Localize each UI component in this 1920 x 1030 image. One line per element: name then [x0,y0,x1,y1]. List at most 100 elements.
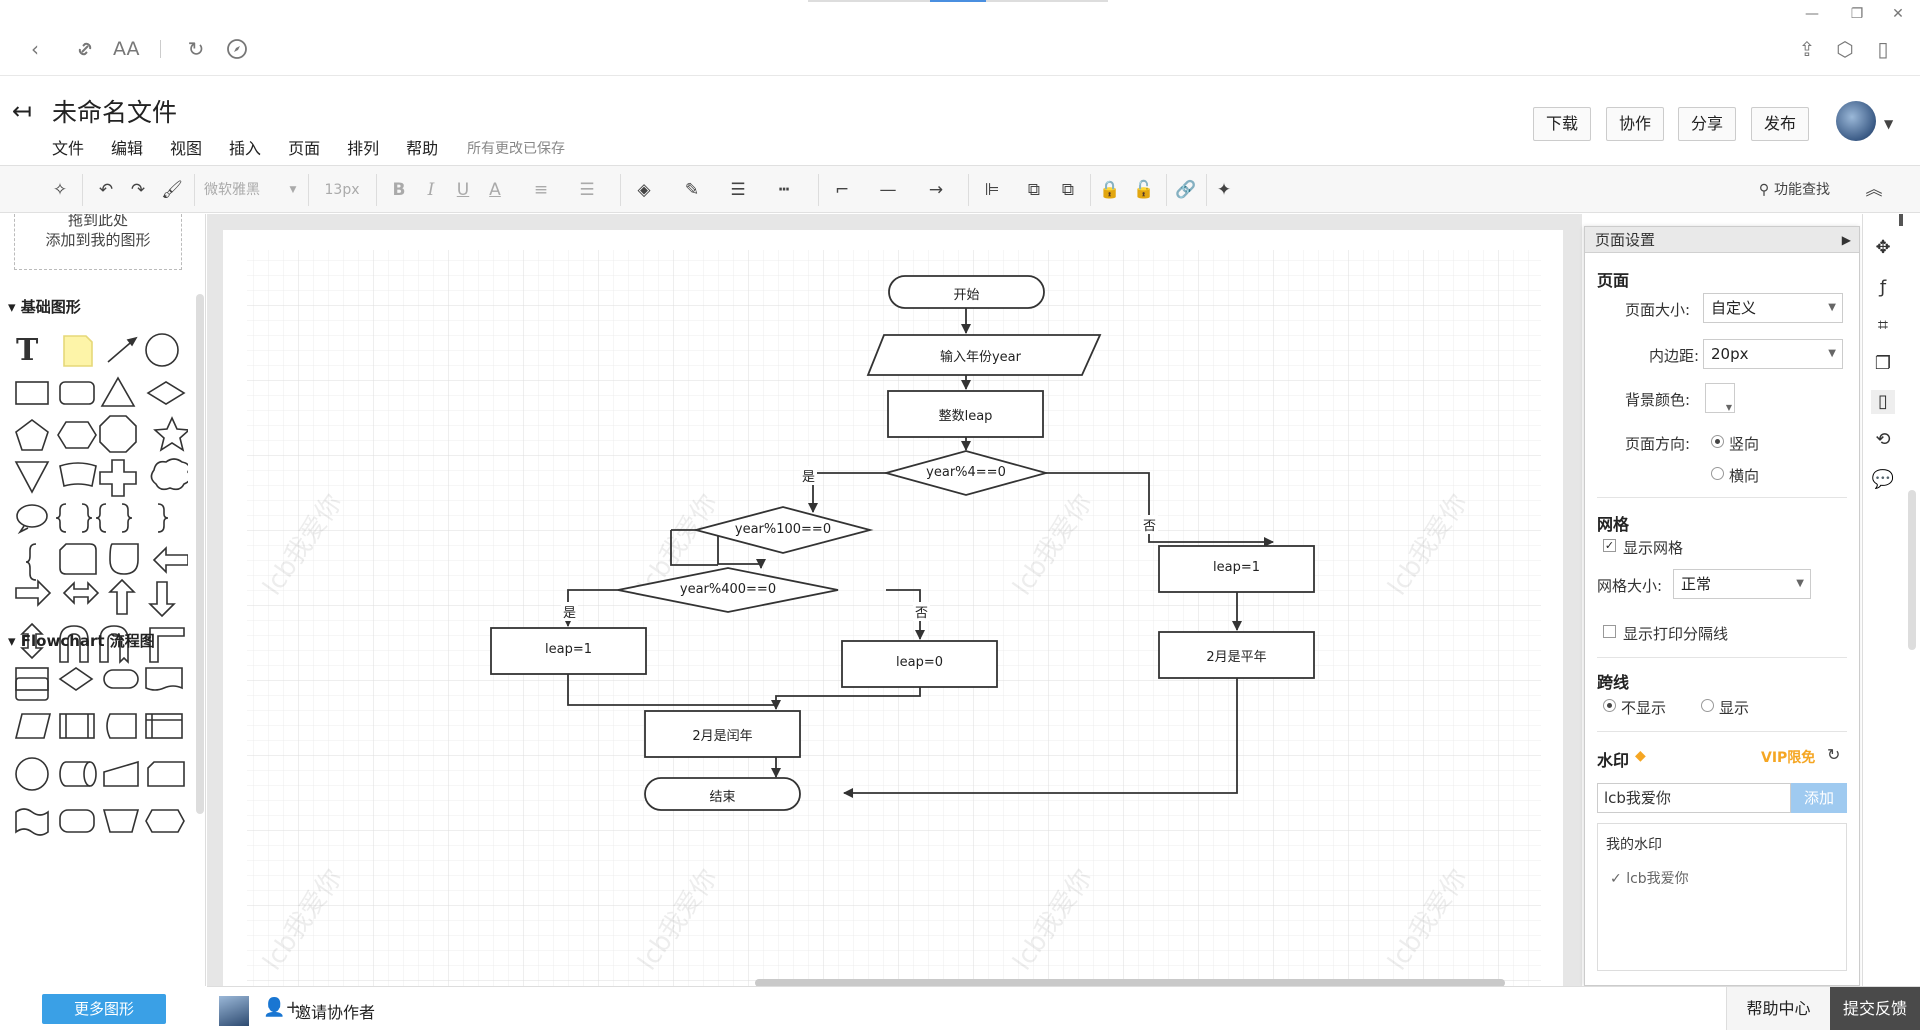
landscape-radio[interactable] [1711,467,1724,480]
italic-icon[interactable]: I [420,179,442,201]
section-basic-shapes[interactable]: ▾ 基础图形 [8,296,81,317]
fill-color-icon[interactable]: ◈ [632,179,656,201]
line-end-icon[interactable]: → [920,179,952,201]
pages-icon[interactable]: ❐ [1871,352,1895,376]
format-painter-icon[interactable]: 🖌 [160,179,184,201]
watermark-add-button[interactable]: 添加 [1791,783,1847,813]
invite-collaborator[interactable]: 邀请协作者 [295,999,375,1023]
lock-icon[interactable]: 🔒 [1098,179,1122,201]
feature-search[interactable]: 功能查找 [1774,179,1838,201]
padding-select[interactable]: 20px ▼ [1703,339,1843,369]
comment-icon[interactable]: 💬 [1871,468,1895,492]
formula-icon[interactable]: ƒ [1871,276,1895,300]
return-icon[interactable]: ↤ [12,97,32,125]
line-width-icon[interactable]: ☰ [726,179,750,201]
vip-badge[interactable]: VIP限免 [1761,747,1815,767]
jump-show-label[interactable]: 显示 [1719,697,1749,718]
bring-front-icon[interactable]: ⧉ [1022,179,1046,201]
portrait-radio[interactable] [1711,435,1724,448]
portrait-label[interactable]: 竖向 [1729,433,1759,454]
page-size-select[interactable]: 自定义 ▼ [1703,293,1843,323]
chevron-down-icon[interactable]: ▼ [288,179,298,201]
more-shapes-button[interactable]: 更多图形 [42,994,166,1024]
history-icon[interactable]: ⟲ [1871,428,1895,452]
cube-icon[interactable]: ⬡ [1832,36,1858,62]
document-title[interactable]: 未命名文件 [52,93,177,129]
flowchart-shapes-grid[interactable] [12,662,188,842]
bold-icon[interactable]: B [388,179,410,201]
watermark-item[interactable]: ✓ lcb我爱你 [1610,868,1689,888]
publish-button[interactable]: 发布 [1751,107,1810,141]
underline-icon[interactable]: U [452,179,474,201]
align-icon[interactable]: ≡ [530,179,552,201]
collapse-icon[interactable]: ︽ [1862,179,1886,201]
font-color-icon[interactable]: A [484,179,506,201]
chevron-down-icon[interactable]: ▼ [1884,117,1893,131]
show-grid-label[interactable]: 显示网格 [1623,537,1683,558]
send-back-icon[interactable]: ⧉ [1056,179,1080,201]
app-root: ‹ AA ↻ — ❐ ✕ ⇪ ⬡ ▯ ↤ 未命名文件 文件 编辑 视图 插入 页… [0,0,1920,1030]
line-color-icon[interactable]: ✎ [680,179,704,201]
connector-type-icon[interactable]: ⌐ [830,179,854,201]
menu-page[interactable]: 页面 [288,135,320,159]
line-spacing-icon[interactable]: ☰ [576,179,598,201]
line-style-icon[interactable]: ┅ [772,179,796,201]
share-icon[interactable]: ⇪ [1794,36,1820,62]
right-scrollbar[interactable] [1908,490,1916,650]
align-objects-icon[interactable]: ⊫ [980,179,1004,201]
restore-icon[interactable]: ❐ [1845,6,1869,26]
compass-icon[interactable] [224,36,250,62]
reset-icon[interactable]: ↻ [1827,745,1840,764]
minimize-icon[interactable]: — [1800,6,1824,26]
print-lines-checkbox[interactable] [1603,625,1616,638]
print-lines-label[interactable]: 显示打印分隔线 [1623,623,1728,644]
section-flowchart[interactable]: ▾ Flowchart 流程图 [8,630,155,651]
help-center-button[interactable]: 帮助中心 [1726,987,1830,1030]
font-size-select[interactable]: 13px [320,179,364,201]
refresh-icon[interactable]: ↻ [183,36,209,62]
show-grid-checkbox[interactable]: ✓ [1603,539,1616,552]
undo-icon[interactable]: ↶ [94,179,118,201]
grid-size-select[interactable]: 正常 ▼ [1673,569,1811,599]
jump-show-radio[interactable] [1701,699,1714,712]
menu-file[interactable]: 文件 [52,135,84,159]
font-size-icon[interactable]: AA [113,36,140,62]
panel-collapse-icon[interactable]: ▶ [1842,227,1851,253]
magic-wand-icon[interactable]: ✦ [1212,179,1236,201]
drawing-page[interactable]: lcb我爱你 lcb我爱你 lcb我爱你 lcb我爱你 lcb我爱你 lcb我爱… [223,230,1563,1002]
jump-hide-label[interactable]: 不显示 [1621,697,1666,718]
close-icon[interactable]: ✕ [1886,6,1910,26]
pin-icon[interactable]: ✧ [48,179,72,201]
bg-color-picker[interactable]: ▼ [1705,383,1735,413]
menu-arrange[interactable]: 排列 [347,135,379,159]
menu-edit[interactable]: 编辑 [111,135,143,159]
download-button[interactable]: 下载 [1533,107,1592,141]
link-icon[interactable] [72,36,98,62]
line-start-icon[interactable]: — [872,179,904,201]
crop-icon[interactable]: ⌗ [1871,314,1895,338]
navigate-icon[interactable]: ✥ [1871,236,1895,260]
drop-zone[interactable]: 拖到此处 添加到我的图形 [14,214,182,270]
menu-help[interactable]: 帮助 [406,135,438,159]
menu-view[interactable]: 视图 [170,135,202,159]
share-button[interactable]: 分享 [1678,107,1737,141]
watermark-input[interactable]: lcb我爱你 [1597,783,1791,813]
feedback-button[interactable]: 提交反馈 [1830,987,1920,1030]
link-icon[interactable]: 🔗 [1174,179,1198,201]
avatar[interactable] [219,996,249,1026]
landscape-label[interactable]: 横向 [1729,465,1759,486]
jump-hide-radio[interactable] [1603,699,1616,712]
left-scrollbar[interactable] [196,294,204,814]
collaborate-button[interactable]: 协作 [1606,107,1665,141]
unlock-icon[interactable]: 🔓 [1132,179,1156,201]
phone-icon[interactable]: ▯ [1870,36,1896,62]
font-family-select[interactable]: 微软雅黑 [204,179,296,201]
menu-insert[interactable]: 插入 [229,135,261,159]
avatar[interactable] [1836,101,1876,141]
canvas-area[interactable]: lcb我爱你 lcb我爱你 lcb我爱你 lcb我爱你 lcb我爱你 lcb我爱… [207,214,1582,1002]
back-icon[interactable]: ‹ [22,36,48,62]
search-icon[interactable]: ⚲ [1756,179,1772,201]
page-settings-icon[interactable]: ▯ [1871,390,1895,414]
redo-icon[interactable]: ↷ [126,179,150,201]
drop-text-2: 添加到我的图形 [45,231,151,249]
